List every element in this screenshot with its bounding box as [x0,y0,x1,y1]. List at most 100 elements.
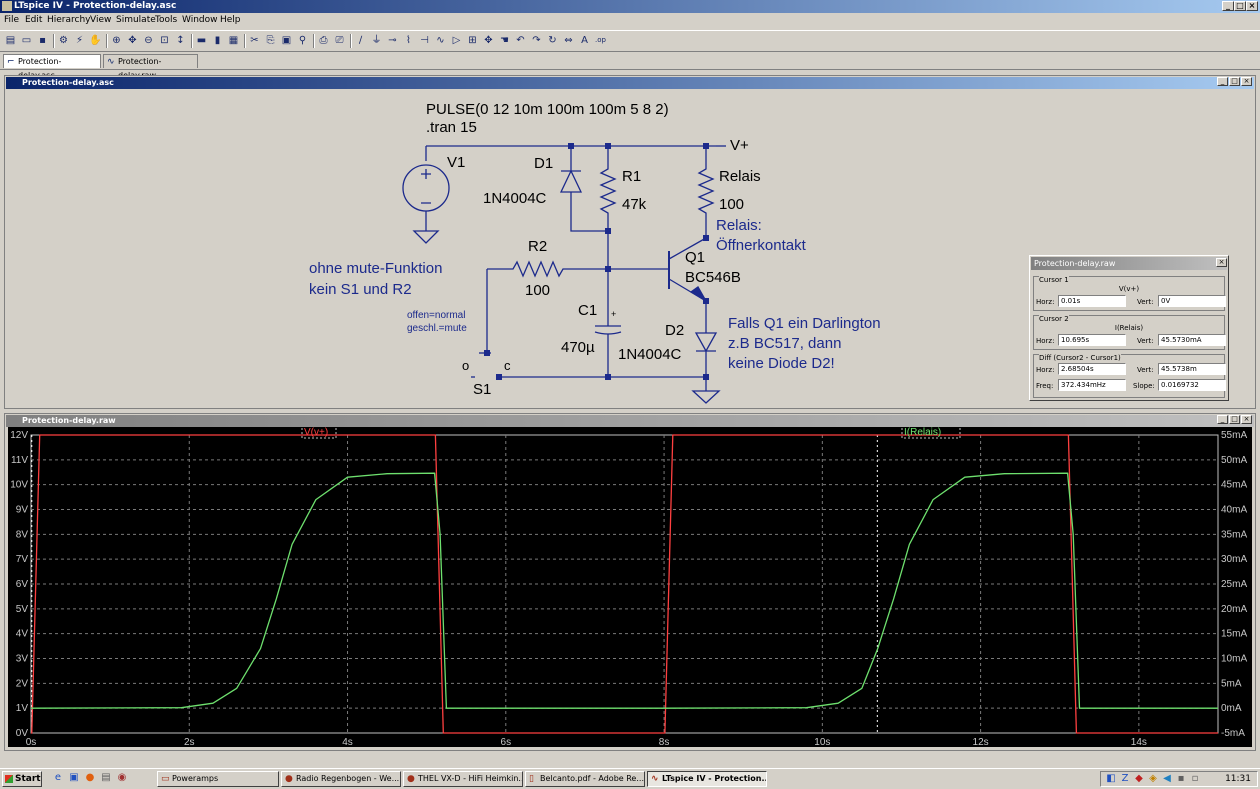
schematic-minimize-button[interactable]: _ [1217,77,1228,86]
print-preview-icon[interactable]: ⎚ [333,34,346,47]
waveform-close-button[interactable]: × [1241,415,1252,424]
y-right-tick-label: 25mA [1221,579,1247,590]
y-left-tick-label: 4V [16,629,29,640]
diff-vert-field[interactable]: 45.5738m [1158,363,1226,375]
text-icon[interactable]: A [578,34,591,47]
schematic-maximize-button[interactable]: □ [1229,77,1240,86]
control-panel-icon[interactable]: ⚙ [57,34,70,47]
cursor2-vert-field[interactable]: 45.5730mA [1158,334,1226,346]
task-poweramps[interactable]: ▭ Poweramps [157,771,279,787]
save-icon[interactable]: ▪ [36,34,49,47]
new-schematic-icon[interactable]: ▤ [4,34,17,47]
tran-directive[interactable]: .tran 15 [426,119,477,136]
copy-icon[interactable]: ⎘ [264,34,277,47]
diff-freq-field[interactable]: 372.434mHz [1058,379,1126,391]
waveform-maximize-button[interactable]: □ [1229,415,1240,424]
y-left-tick-label: 10V [10,480,28,491]
tray-usb-icon[interactable]: ▪ [1175,773,1187,785]
move-icon[interactable]: ✥ [482,34,495,47]
zoom-fit-icon[interactable]: ⊡ [158,34,171,47]
cursor-dialog-close-button[interactable]: × [1216,258,1227,267]
label-icon[interactable]: ⊸ [386,34,399,47]
media-quicklaunch-icon[interactable]: ◉ [116,772,128,784]
task-belcanto-pdf[interactable]: ▯ Belcanto.pdf - Adobe Re... [525,771,645,787]
menu-tools[interactable]: Tools [155,15,177,25]
desktop-quicklaunch-icon[interactable]: ▣ [68,772,80,784]
menu-view[interactable]: View [90,15,111,25]
firefox-quicklaunch-icon[interactable]: ● [84,772,96,784]
tray-z-icon[interactable]: Z [1119,773,1131,785]
menu-bar: File Edit Hierarchy View Simulate Tools … [0,14,1260,28]
system-tray: ◧ Z ◆ ◈ ◀ ▪ ▫ 11:31 [1100,771,1258,787]
diff-horz-field[interactable]: 2.68504s [1058,363,1126,375]
zoom-out-icon[interactable]: ⊖ [142,34,155,47]
close-button[interactable]: × [1246,1,1258,11]
menu-hierarchy[interactable]: Hierarchy [47,15,91,25]
menu-file[interactable]: File [4,15,19,25]
tab-schematic[interactable]: ⌐ Protection-delay.asc [3,54,101,80]
run-icon[interactable]: ⚡ [73,34,86,47]
x-tick-label: 14s [1131,737,1147,748]
folder-icon: ▭ [161,774,170,784]
menu-window[interactable]: Window [182,15,218,25]
halt-icon[interactable]: ✋ [89,34,102,47]
schematic-close-button[interactable]: × [1241,77,1252,86]
menu-help[interactable]: Help [220,15,241,25]
y-right-tick-label: 0mA [1221,703,1242,714]
wire-icon[interactable]: ∕ [354,34,367,47]
menu-simulate[interactable]: Simulate [116,15,156,25]
waveform-plot[interactable]: 0s 2s 4s 6s 8s 10s 12s 14s 0V 1V 2V 3V 4V 5V 6V 7V 8V 9V 1… [8,427,1252,748]
tile-horizontal-icon[interactable]: ▬ [195,34,208,47]
x-tick-label: 2s [184,737,195,748]
tab-waveform[interactable]: ∿ Protection-delay.raw [103,54,198,80]
zoom-in-icon[interactable]: ⊕ [110,34,123,47]
tray-shield-icon[interactable]: ◆ [1133,773,1145,785]
toolbar-separator [350,34,352,48]
tile-vertical-icon[interactable]: ▮ [211,34,224,47]
tray-update-icon[interactable]: ◈ [1147,773,1159,785]
inductor-icon[interactable]: ∿ [434,34,447,47]
drag-icon[interactable]: ☚ [498,34,511,47]
component-icon[interactable]: ⊞ [466,34,479,47]
cascade-icon[interactable]: ▦ [227,34,240,47]
ground-icon[interactable]: ⏚ [370,34,383,47]
capacitor-icon[interactable]: ⊣ [418,34,431,47]
menu-edit[interactable]: Edit [25,15,42,25]
mirror-icon[interactable]: ⇔ [562,34,575,47]
cut-icon[interactable]: ✂ [248,34,261,47]
maximize-button[interactable]: □ [1234,1,1246,11]
tray-display-icon[interactable]: ▫ [1189,773,1201,785]
minimize-button[interactable]: _ [1222,1,1234,11]
tray-volume-icon[interactable]: ◀ [1161,773,1173,785]
app-icon [2,1,12,11]
cursor2-horz-label: Horz: [1036,337,1055,345]
start-button[interactable]: Start [2,771,42,787]
pulse-directive[interactable]: PULSE(0 12 10m 100m 100m 5 8 2) [426,101,669,118]
print-icon[interactable]: ⎙ [317,34,330,47]
redo-icon[interactable]: ↷ [530,34,543,47]
task-thel[interactable]: ● THEL VX-D - HiFi Heimkin... [403,771,523,787]
diode-icon[interactable]: ▷ [450,34,463,47]
task-radio[interactable]: ● Radio Regenbogen - We... [281,771,401,787]
spice-directive-icon[interactable]: .op [594,34,607,47]
waveform-minimize-button[interactable]: _ [1217,415,1228,424]
undo-icon[interactable]: ↶ [514,34,527,47]
cursor1-horz-field[interactable]: 0.01s [1058,295,1126,307]
cursor1-vert-field[interactable]: 0V [1158,295,1226,307]
paste-icon[interactable]: ▣ [280,34,293,47]
relais-note-line1: Relais: [716,217,762,234]
task-ltspice[interactable]: ∿ LTspice IV - Protection... [647,771,767,787]
cursor2-group: Cursor 2 I(Relais) Horz: 10.695s Vert: 4… [1033,315,1226,350]
pan-icon[interactable]: ✥ [126,34,139,47]
ie-quicklaunch-icon[interactable]: e [52,772,64,784]
tray-network-icon[interactable]: ◧ [1105,773,1117,785]
autorange-icon[interactable]: ↕ [174,34,187,47]
app-quicklaunch-icon[interactable]: ▤ [100,772,112,784]
y-right-tick-label: 45mA [1221,480,1247,491]
find-icon[interactable]: ⚲ [296,34,309,47]
open-icon[interactable]: ▭ [20,34,33,47]
resistor-icon[interactable]: ⌇ [402,34,415,47]
cursor2-horz-field[interactable]: 10.695s [1058,334,1126,346]
rotate-icon[interactable]: ↻ [546,34,559,47]
diff-slope-field[interactable]: 0.0169732 [1158,379,1226,391]
